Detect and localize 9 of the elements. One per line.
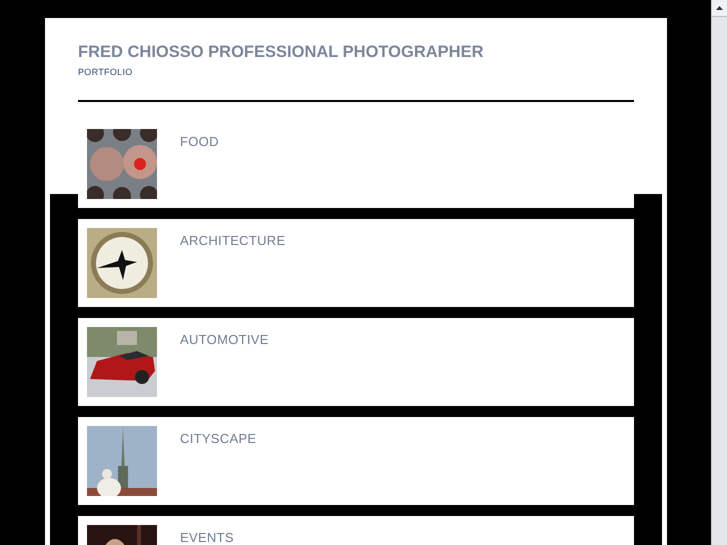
up-arrow-icon xyxy=(716,6,723,10)
category-link[interactable]: CITYSCAPE xyxy=(180,431,256,446)
section-subtitle: PORTFOLIO xyxy=(78,67,134,77)
scroll-up-button[interactable] xyxy=(712,0,727,17)
category-link[interactable]: ARCHITECTURE xyxy=(180,233,286,248)
category-link[interactable]: AUTOMOTIVE xyxy=(180,332,269,347)
category-link[interactable]: FOOD xyxy=(180,134,219,149)
category-link[interactable]: EVENTS xyxy=(180,530,234,545)
site-title: FRED CHIOSSO PROFESSIONAL PHOTOGRAPHER xyxy=(78,43,485,62)
